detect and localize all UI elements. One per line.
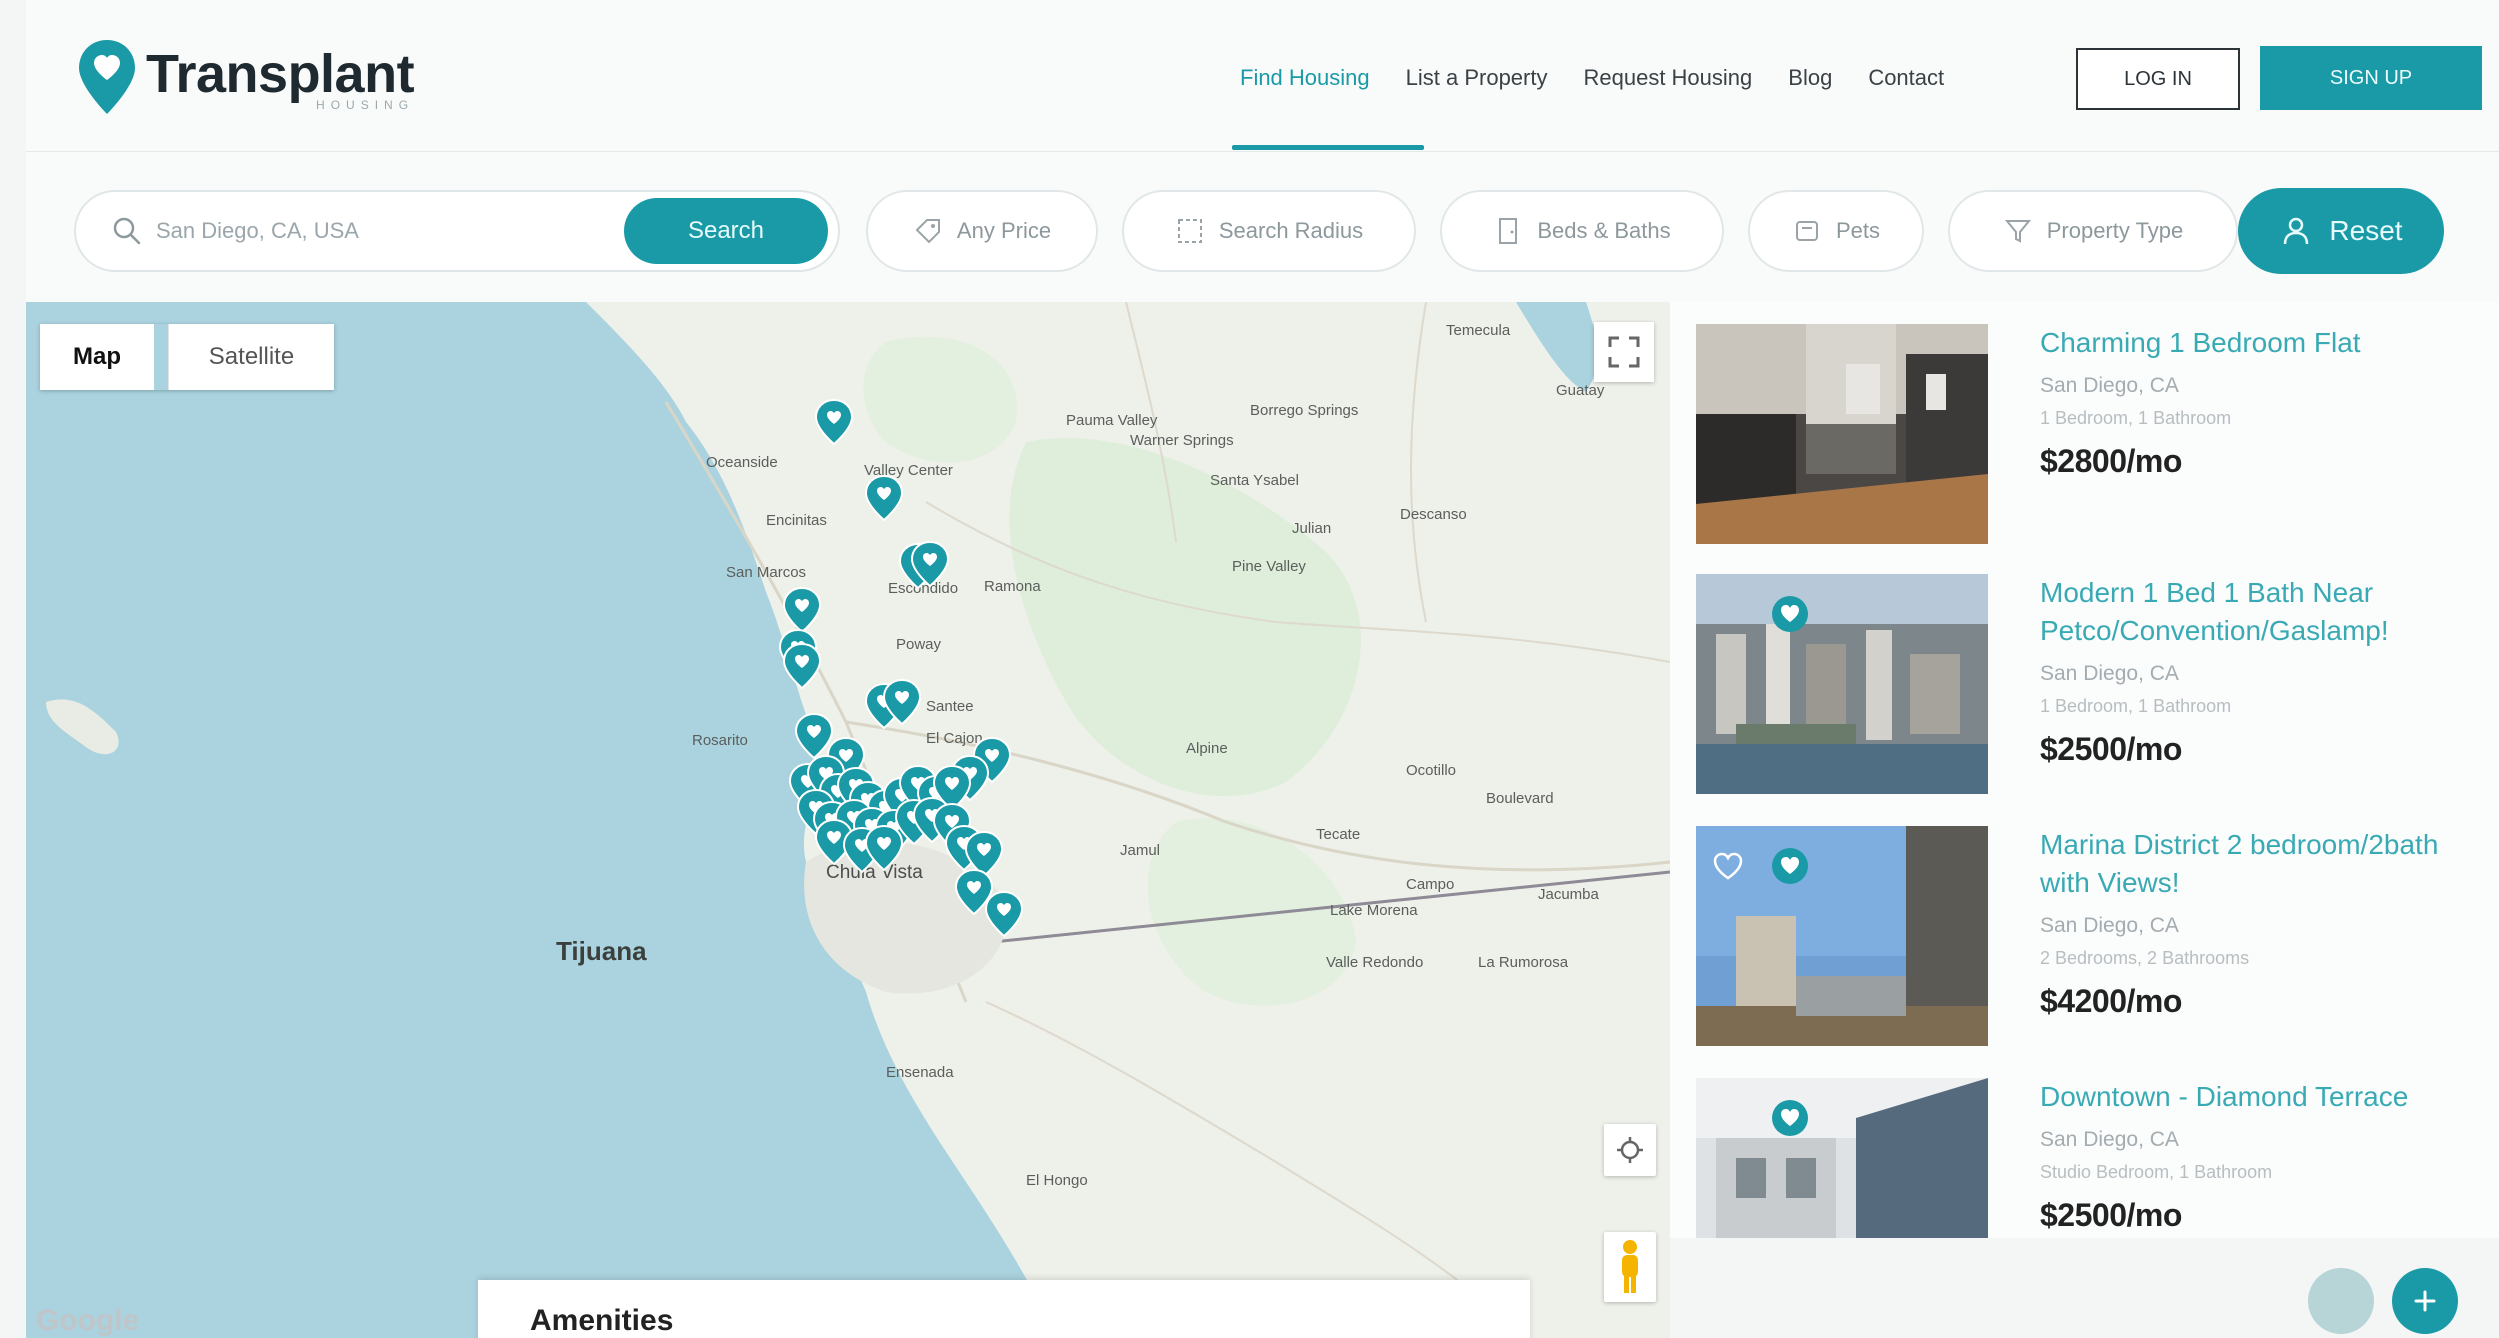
listing-pins — [779, 399, 1023, 937]
radius-filter-label: Search Radius — [1218, 218, 1364, 243]
listing-title[interactable]: Downtown - Diamond Terrace — [2040, 1078, 2480, 1116]
location-pin-icon — [79, 40, 135, 114]
listing-card[interactable]: Marina District 2 bedroom/2bath with Vie… — [1696, 826, 2476, 1046]
map-type-toggle: Map Satellite — [40, 324, 334, 390]
map-view[interactable]: Tijuana Chula Vista Escondido Ramona Pow… — [26, 302, 1670, 1338]
listing-card[interactable]: Downtown - Diamond Terrace San Diego, CA… — [1696, 1078, 2476, 1238]
listing-price: $2500/mo — [2040, 1197, 2182, 1233]
chat-icon — [2414, 1290, 2436, 1312]
listing-pin[interactable] — [795, 713, 833, 759]
price-filter[interactable]: Any Price — [866, 190, 1098, 272]
radius-filter[interactable]: Search Radius — [1122, 190, 1416, 272]
pets-filter-label: Pets — [1835, 218, 1881, 243]
listing-card[interactable]: Modern 1 Bed 1 Bath Near Petco/Conventio… — [1696, 574, 2476, 794]
listing-pin[interactable] — [783, 643, 821, 689]
heart-outline-icon[interactable] — [1710, 848, 1746, 884]
map-type-map-button[interactable]: Map — [40, 324, 154, 390]
listing-pin[interactable] — [865, 475, 903, 521]
heart-icon[interactable] — [1770, 1098, 1810, 1138]
search-input[interactable] — [156, 218, 576, 244]
beds-baths-filter[interactable]: Beds & Baths — [1440, 190, 1724, 272]
pets-filter[interactable]: Pets — [1748, 190, 1924, 272]
street-view-button[interactable] — [1604, 1232, 1656, 1302]
nav-list-property[interactable]: List a Property — [1388, 58, 1566, 98]
listing-pin[interactable] — [985, 891, 1023, 937]
listing-location: San Diego, CA — [2040, 914, 2179, 937]
listing-beds-baths: Studio Bedroom, 1 Bathroom — [2040, 1162, 2273, 1182]
reset-label: Reset — [2329, 215, 2403, 246]
location-search: Search — [74, 190, 840, 272]
listing-beds-baths: 2 Bedrooms, 2 Bathrooms — [2040, 948, 2250, 968]
search-button[interactable]: Search — [624, 198, 828, 264]
amenities-title: Amenities — [530, 1304, 674, 1337]
chat-button[interactable] — [2392, 1268, 2458, 1334]
bottom-strip — [1670, 1238, 2499, 1338]
tag-icon — [915, 219, 940, 244]
price-filter-label: Any Price — [956, 218, 1052, 243]
listing-pin[interactable] — [815, 399, 853, 445]
listing-photo[interactable] — [1696, 826, 1988, 1046]
nav-request-housing[interactable]: Request Housing — [1565, 58, 1770, 98]
amenities-panel: Amenities — [478, 1280, 1530, 1338]
listing-location: San Diego, CA — [2040, 374, 2179, 397]
signup-button[interactable]: SIGN UP — [2260, 46, 2482, 110]
listing-location: San Diego, CA — [2040, 1128, 2179, 1151]
my-location-button[interactable] — [1604, 1124, 1656, 1176]
city-view-photo — [1696, 574, 1988, 794]
login-button[interactable]: LOG IN — [2076, 48, 2240, 110]
listing-beds-baths: 1 Bedroom, 1 Bathroom — [2040, 696, 2232, 716]
crosshair-icon — [1617, 1137, 1643, 1163]
listing-photo[interactable] — [1696, 1078, 1988, 1238]
building-photo — [1696, 1078, 1988, 1238]
nav-active-indicator — [1232, 145, 1424, 150]
reset-button[interactable]: Reset — [2238, 188, 2444, 274]
brand-name: Transplant — [146, 44, 415, 104]
kitchen-photo — [1696, 324, 1988, 544]
listing-location: San Diego, CA — [2040, 662, 2179, 685]
listing-title[interactable]: Marina District 2 bedroom/2bath with Vie… — [2040, 826, 2480, 902]
scroll-top-button[interactable] — [2308, 1268, 2374, 1334]
heart-icon[interactable] — [1770, 594, 1810, 634]
reset-icon — [2284, 217, 2309, 245]
brand-logo[interactable]: Transplant HOUSING — [76, 38, 415, 118]
listing-price: $2500/mo — [2040, 731, 2182, 767]
listing-pin[interactable] — [783, 587, 821, 633]
door-icon — [1499, 218, 1518, 244]
fullscreen-button[interactable] — [1594, 322, 1654, 382]
listing-price: $2800/mo — [2040, 443, 2182, 479]
site-header: Transplant HOUSING Find Housing List a P… — [26, 0, 2499, 152]
search-icon — [113, 217, 141, 245]
listing-photo[interactable] — [1696, 324, 1988, 544]
nav-contact[interactable]: Contact — [1850, 58, 1962, 98]
pegman-icon — [1622, 1240, 1638, 1293]
listing-photo[interactable] — [1696, 574, 1988, 794]
listing-price: $4200/mo — [2040, 983, 2182, 1019]
property-type-label: Property Type — [2046, 218, 2184, 243]
heart-icon[interactable] — [1770, 846, 1810, 886]
listing-beds-baths: 1 Bedroom, 1 Bathroom — [2040, 408, 2232, 428]
map-type-satellite-button[interactable]: Satellite — [168, 324, 334, 390]
fullscreen-icon — [1608, 336, 1640, 368]
nav-blog[interactable]: Blog — [1770, 58, 1850, 98]
listings-panel[interactable]: Charming 1 Bedroom Flat San Diego, CA 1 … — [1670, 302, 2499, 1238]
listing-title[interactable]: Modern 1 Bed 1 Bath Near Petco/Conventio… — [2040, 574, 2480, 650]
main-nav: Find Housing List a Property Request Hou… — [1222, 58, 1962, 98]
google-logo: Google — [36, 1304, 140, 1337]
property-type-filter[interactable]: Property Type — [1948, 190, 2238, 272]
listing-card[interactable]: Charming 1 Bedroom Flat San Diego, CA 1 … — [1696, 324, 2476, 544]
beds-baths-label: Beds & Baths — [1537, 218, 1671, 243]
filter-bar: Search Any Price Search Radius Beds & Ba… — [26, 152, 2499, 302]
listing-title[interactable]: Charming 1 Bedroom Flat — [2040, 324, 2480, 362]
paw-icon — [1795, 221, 1818, 241]
radius-icon — [1177, 219, 1202, 243]
funnel-icon — [2004, 220, 2031, 243]
nav-find-housing[interactable]: Find Housing — [1222, 58, 1388, 98]
